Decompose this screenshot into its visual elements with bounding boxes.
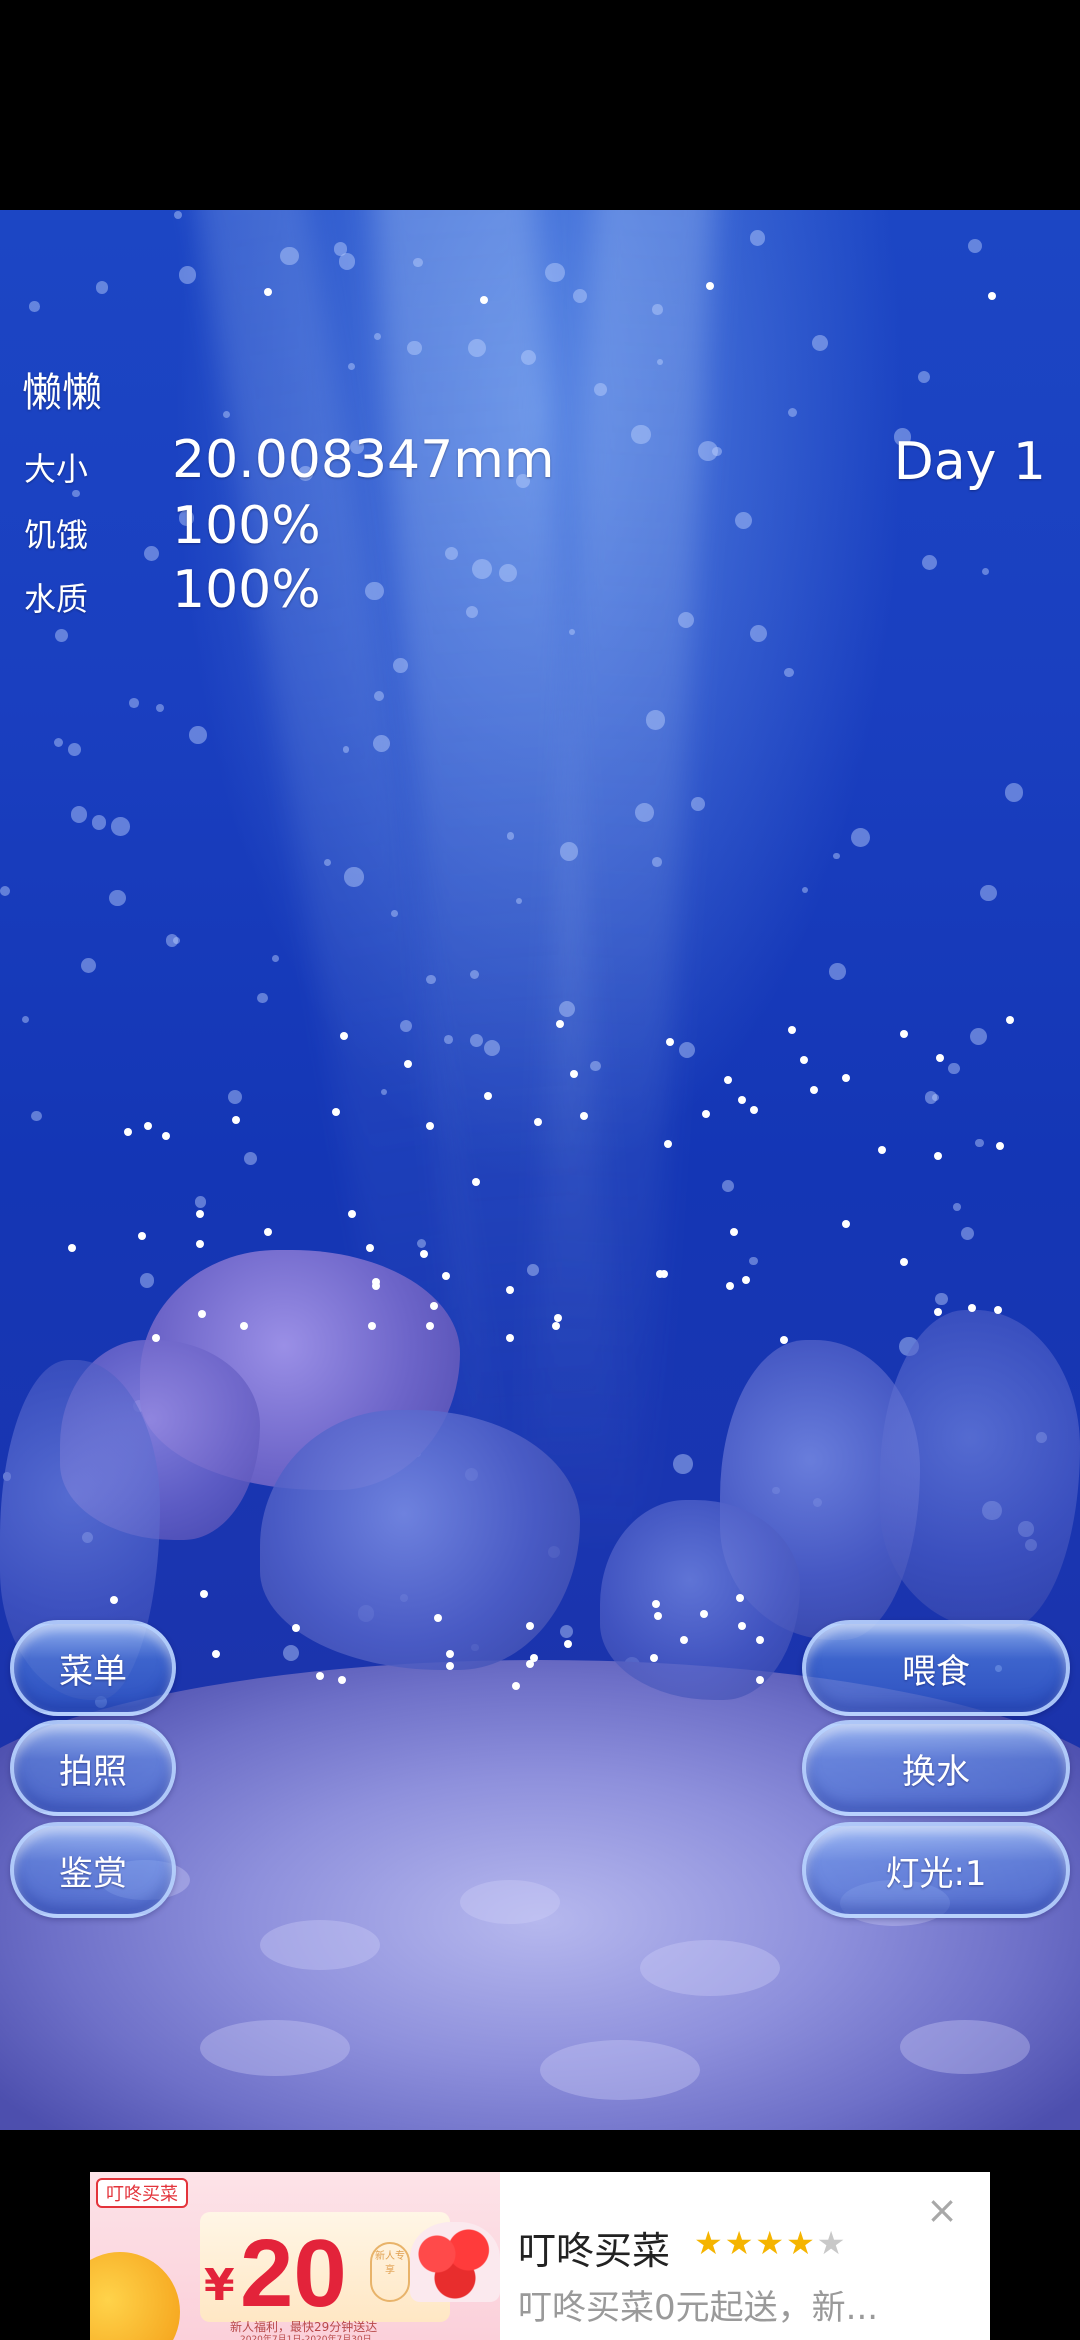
coral-blue [600, 1500, 800, 1700]
fish-name: 懒懒 [22, 370, 102, 416]
ad-rating: ★★★★★ [694, 2224, 847, 2262]
change-water-button[interactable]: 换水 [802, 1720, 1070, 1816]
hunger-label: 饥饿 [24, 516, 89, 554]
star-filled-icon: ★ [694, 2224, 725, 2262]
star-filled-icon: ★ [755, 2224, 787, 2262]
ad-image[interactable]: 叮咚买菜 ¥ 20 新人专享 新人福利，最快29分钟送达 2020年7月1日-2… [90, 2172, 500, 2340]
photo-button[interactable]: 拍照 [10, 1720, 176, 1816]
hunger-value: 100% [172, 496, 321, 556]
coral-blue [880, 1310, 1080, 1630]
ad-stamp: 新人专享 [370, 2242, 410, 2302]
ad-description: 叮咚买菜0元起送，新... [518, 2288, 879, 2328]
ad-price: 20 [240, 2220, 347, 2327]
ad-fine-print-dates: 2020年7月1日-2020年7月30日 [240, 2335, 372, 2340]
size-value: 20.008347mm [172, 430, 555, 490]
menu-button[interactable]: 菜单 [10, 1620, 176, 1716]
star-filled-icon: ★ [724, 2224, 756, 2262]
star-empty-icon: ★ [816, 2224, 848, 2262]
water-quality-value: 100% [172, 560, 321, 620]
ad-price-symbol: ¥ [204, 2260, 235, 2311]
ad-title: 叮咚买菜 [518, 2229, 671, 2273]
feed-button[interactable]: 喂食 [802, 1620, 1070, 1716]
orange-image [90, 2252, 180, 2340]
light-button[interactable]: 灯光:1 [802, 1822, 1070, 1918]
size-label: 大小 [24, 450, 89, 488]
top-black-bar [0, 0, 1080, 210]
appreciate-button[interactable]: 鉴赏 [10, 1822, 176, 1918]
coral-blue [260, 1410, 580, 1670]
water-quality-label: 水质 [24, 580, 89, 618]
day-counter: Day 1 [893, 432, 1046, 492]
strawberry-image [410, 2222, 500, 2302]
close-icon[interactable]: × [922, 2190, 962, 2230]
ad-logo: 叮咚买菜 [96, 2178, 188, 2208]
star-filled-icon: ★ [786, 2224, 817, 2262]
ad-banner[interactable]: 叮咚买菜 ¥ 20 新人专享 新人福利，最快29分钟送达 2020年7月1日-2… [90, 2172, 990, 2340]
